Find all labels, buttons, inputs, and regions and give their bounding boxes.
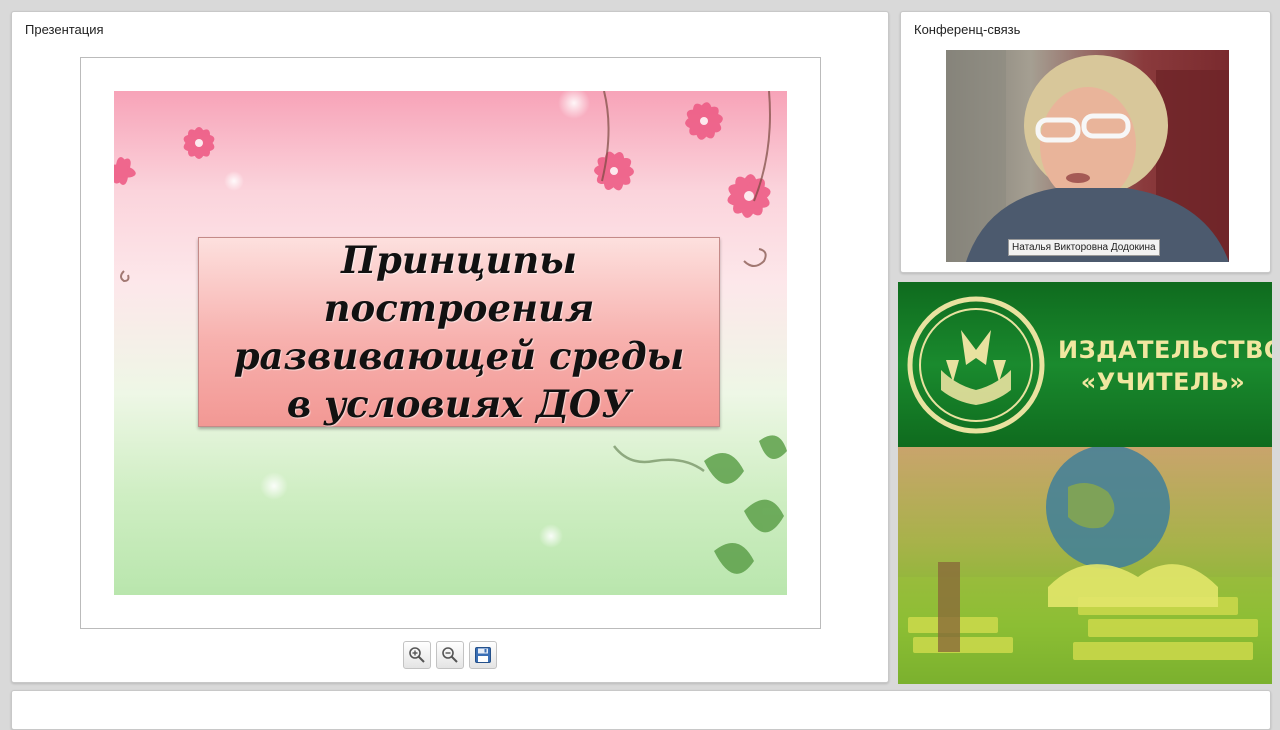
publisher-name-line2: «УЧИТЕЛЬ» (1080, 368, 1246, 396)
slide-title-line: развивающей среды (233, 334, 685, 378)
slide-title-box: Принципы построения развивающей среды в … (198, 237, 720, 427)
publisher-name-line1: ИЗДАТЕЛЬСТВО (1058, 336, 1272, 364)
slide-title-line: построения (323, 286, 595, 330)
conference-panel: Конференц-связь Наталья Викторовна Додок… (900, 11, 1271, 273)
conference-panel-title: Конференц-связь (914, 22, 1021, 37)
slide-frame: Принципы построения развивающей среды в … (80, 57, 821, 629)
speaker-video[interactable]: Наталья Викторовна Додокина (946, 50, 1229, 262)
publisher-banner[interactable]: ИЗДАТЕЛЬСТВО «УЧИТЕЛЬ» (898, 282, 1272, 684)
slide-title-line: в условиях ДОУ (286, 382, 632, 426)
save-button[interactable] (469, 641, 497, 669)
presentation-panel-title: Презентация (25, 22, 104, 37)
zoom-in-button[interactable] (403, 641, 431, 669)
slide-canvas: Принципы построения развивающей среды в … (114, 91, 787, 595)
presentation-toolbar (403, 641, 497, 669)
publisher-logo-icon (907, 296, 1045, 434)
floppy-disk-icon (475, 647, 491, 663)
banner-books-image (898, 447, 1272, 684)
presentation-panel: Презентация Принципы построения развиваю… (11, 11, 889, 683)
books-globe-icon (898, 447, 1272, 684)
speaker-portrait-icon (946, 50, 1229, 262)
slide-title-line: Принципы (341, 238, 577, 282)
publisher-name: ИЗДАТЕЛЬСТВО «УЧИТЕЛЬ» (1058, 334, 1272, 398)
banner-header: ИЗДАТЕЛЬСТВО «УЧИТЕЛЬ» (898, 282, 1272, 447)
zoom-in-icon (409, 647, 425, 663)
zoom-out-button[interactable] (436, 641, 464, 669)
zoom-out-icon (442, 647, 458, 663)
bottom-panel (11, 690, 1271, 730)
speaker-name-label: Наталья Викторовна Додокина (1008, 239, 1160, 256)
